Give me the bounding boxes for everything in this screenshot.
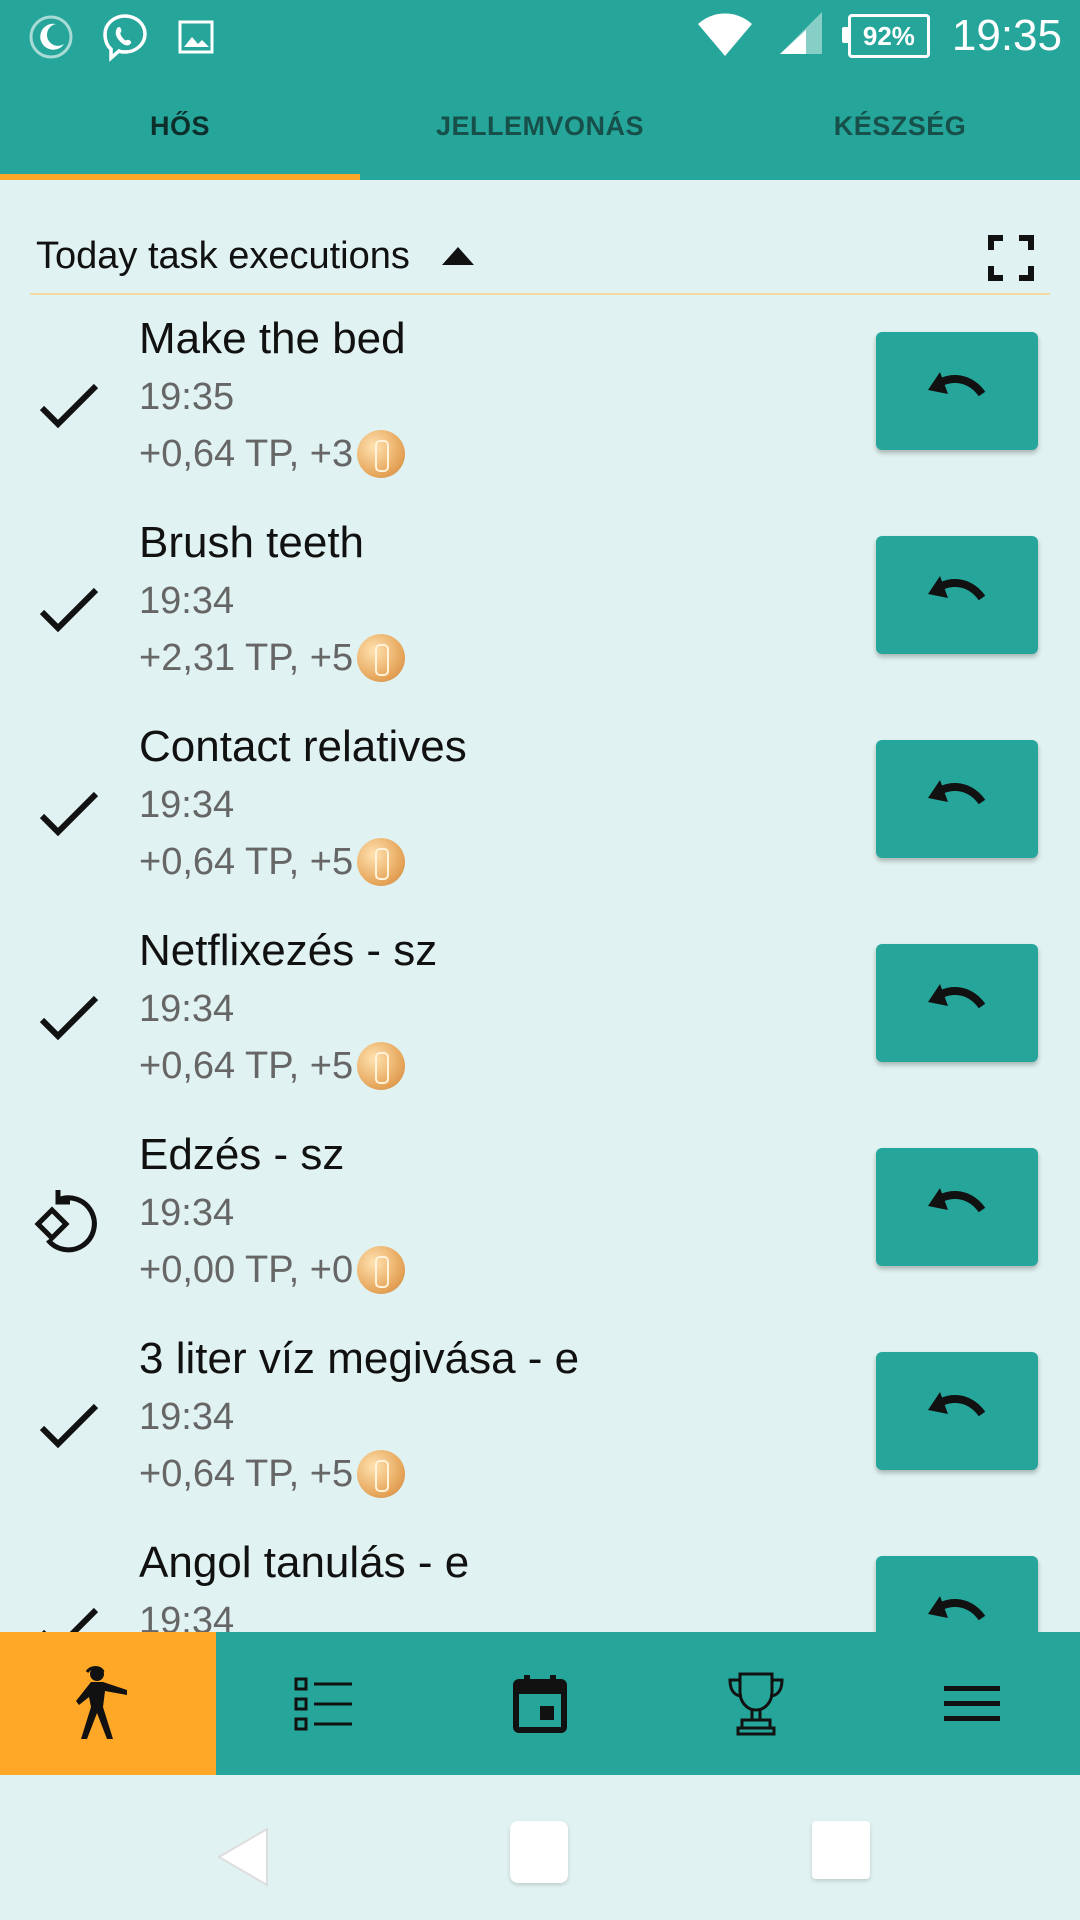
task-time: 19:34 [139, 1396, 235, 1438]
check-icon [34, 1390, 104, 1460]
check-icon [34, 574, 104, 644]
coin-icon [357, 838, 406, 886]
wifi-icon [696, 8, 754, 63]
list-item: Make the bed 19:35 +0,64 TP, +3 [0, 300, 1080, 504]
list-item: Edzés - sz 19:34 +0,00 TP, +0 [0, 1116, 1080, 1320]
task-time: 19:34 [139, 1600, 235, 1632]
coin-icon [357, 634, 406, 682]
task-name: Brush teeth [139, 518, 365, 567]
bottom-navigation [0, 1632, 1080, 1775]
list-item: Brush teeth 19:34 +2,31 TP, +5 [0, 504, 1080, 708]
image-icon [176, 17, 216, 62]
tab-skill[interactable]: KÉSZSÉG [720, 75, 1080, 180]
undo-button[interactable] [876, 1556, 1038, 1632]
signal-icon [776, 10, 826, 61]
fullscreen-icon[interactable] [988, 235, 1034, 281]
nav-hero[interactable] [0, 1632, 216, 1775]
task-name: Angol tanulás - e [139, 1538, 470, 1587]
divider [30, 293, 1050, 295]
tab-bar: HŐS JELLEMVONÁS KÉSZSÉG [0, 75, 1080, 180]
section-title[interactable]: Today task executions [36, 235, 410, 278]
task-name: Netflixezés - sz [139, 926, 438, 975]
system-navigation-bar [0, 1775, 1080, 1920]
list-item: Netflixezés - sz 19:34 +0,64 TP, +5 [0, 912, 1080, 1116]
list-item: Angol tanulás - e 19:34 [0, 1524, 1080, 1632]
check-icon [34, 778, 104, 848]
battery-icon: 92% [841, 13, 930, 58]
status-bar: 92% 19:35 [0, 0, 1080, 75]
task-time: 19:34 [139, 784, 235, 826]
undo-button[interactable] [876, 1148, 1038, 1266]
coin-icon [357, 430, 406, 478]
task-reward: +2,31 TP, +5 [139, 634, 406, 682]
undo-button[interactable] [876, 944, 1038, 1062]
tab-character-trait[interactable]: JELLEMVONÁS [360, 75, 720, 180]
skip-icon [34, 1186, 104, 1256]
moon-icon [28, 14, 74, 65]
task-name: Contact relatives [139, 722, 467, 771]
section-header: Today task executions [30, 205, 1050, 295]
undo-button[interactable] [876, 332, 1038, 450]
list-item: Contact relatives 19:34 +0,64 TP, +5 [0, 708, 1080, 912]
undo-button[interactable] [876, 1352, 1038, 1470]
task-reward: +0,00 TP, +0 [139, 1246, 406, 1294]
tab-hero[interactable]: HŐS [0, 75, 360, 180]
caret-up-icon[interactable] [442, 247, 474, 265]
task-time: 19:35 [139, 376, 235, 418]
task-name: Make the bed [139, 314, 406, 363]
check-icon [34, 370, 104, 440]
home-icon[interactable] [510, 1821, 568, 1883]
list-item: 3 liter víz megivása - e 19:34 +0,64 TP,… [0, 1320, 1080, 1524]
task-execution-list[interactable]: Make the bed 19:35 +0,64 TP, +3 Brush te… [0, 300, 1080, 1632]
task-reward: +0,64 TP, +5 [139, 1450, 406, 1498]
task-time: 19:34 [139, 988, 235, 1030]
recents-icon[interactable] [812, 1821, 870, 1879]
task-name: 3 liter víz megivása - e [139, 1334, 580, 1383]
task-time: 19:34 [139, 1192, 235, 1234]
check-icon [34, 1594, 104, 1632]
clock: 19:35 [951, 10, 1062, 60]
undo-button[interactable] [876, 740, 1038, 858]
check-icon [34, 982, 104, 1052]
task-reward: +0,64 TP, +3 [139, 430, 406, 478]
task-name: Edzés - sz [139, 1130, 345, 1179]
nav-menu[interactable] [864, 1632, 1080, 1775]
task-time: 19:34 [139, 580, 235, 622]
coin-icon [357, 1042, 406, 1090]
nav-achievements[interactable] [648, 1632, 864, 1775]
viber-icon [100, 12, 150, 67]
nav-calendar[interactable] [432, 1632, 648, 1775]
task-reward: +0,64 TP, +5 [139, 1042, 406, 1090]
coin-icon [357, 1246, 406, 1294]
task-reward: +0,64 TP, +5 [139, 838, 406, 886]
coin-icon [357, 1450, 406, 1498]
back-icon[interactable] [215, 1825, 271, 1894]
nav-tasks[interactable] [216, 1632, 432, 1775]
undo-button[interactable] [876, 536, 1038, 654]
app-header: 92% 19:35 HŐS JELLEMVONÁS KÉSZSÉG [0, 0, 1080, 180]
